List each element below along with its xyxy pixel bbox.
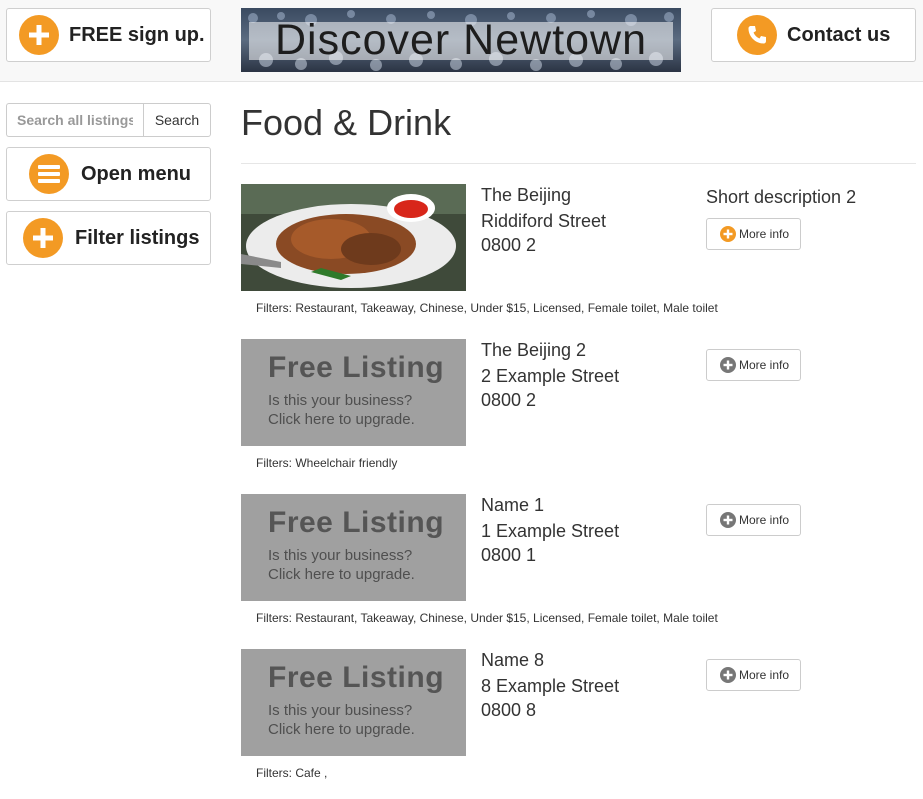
plus-circle-icon: [720, 667, 736, 683]
listing-street: 2 Example Street: [481, 366, 620, 386]
listing-name: The Beijing 2: [481, 340, 587, 360]
listing-item: Free Listing Is this your business? Clic…: [241, 339, 916, 484]
plus-circle-icon: [720, 357, 736, 373]
free-signup-label: FREE sign up.: [69, 23, 205, 46]
banner-title: Discover Newtown: [274, 15, 648, 64]
contact-us-button[interactable]: Contact us: [711, 8, 916, 62]
open-menu-button[interactable]: Open menu: [6, 147, 211, 201]
plus-circle-icon: [720, 512, 736, 528]
hamburger-icon: [29, 154, 69, 194]
more-info-label: More info: [739, 358, 790, 372]
listing-short-description: Short description 2: [706, 187, 857, 207]
plus-circle-icon: [720, 226, 736, 242]
plus-circle-icon: [19, 15, 59, 55]
listing-name: Name 1: [481, 495, 545, 515]
free-listing-placeholder[interactable]: Free Listing Is this your business? Clic…: [241, 339, 466, 446]
free-listing-placeholder[interactable]: Free Listing Is this your business? Clic…: [241, 649, 466, 756]
listing-item: Free Listing Is this your business? Clic…: [241, 494, 916, 639]
listing-filters: Filters: Cafe ,: [256, 766, 328, 780]
listing-photo[interactable]: [241, 184, 466, 291]
search-form: Search: [6, 103, 211, 137]
free-listing-title: Free Listing: [268, 351, 445, 384]
listing-street: 1 Example Street: [481, 521, 620, 541]
free-listing-title: Free Listing: [268, 661, 445, 694]
listing-street: 8 Example Street: [481, 676, 620, 696]
food-photo-image: [241, 184, 466, 291]
free-signup-button[interactable]: FREE sign up.: [6, 8, 211, 62]
listing-street: Riddiford Street: [481, 211, 607, 231]
page-title: Food & Drink: [241, 102, 452, 143]
phone-icon: [737, 15, 777, 55]
discover-newtown-banner[interactable]: Discover Newtown: [241, 8, 681, 72]
more-info-button[interactable]: More info: [706, 349, 801, 381]
listing-item: The Beijing Riddiford Street 0800 2 Shor…: [241, 184, 916, 329]
free-listing-subtitle: Is this your business? Click here to upg…: [268, 547, 415, 583]
plus-circle-icon: [23, 218, 63, 258]
listing-filters: Filters: Restaurant, Takeaway, Chinese, …: [256, 611, 718, 625]
filter-listings-label: Filter listings: [75, 226, 200, 249]
more-info-label: More info: [739, 513, 790, 527]
listing-filters: Filters: Wheelchair friendly: [256, 456, 398, 470]
free-listing-placeholder[interactable]: Free Listing Is this your business? Clic…: [241, 494, 466, 601]
listing-phone: 0800 2: [481, 390, 537, 410]
listing-filters: Filters: Restaurant, Takeaway, Chinese, …: [256, 301, 718, 315]
listing-phone: 0800 1: [481, 545, 537, 565]
open-menu-label: Open menu: [81, 162, 192, 185]
more-info-label: More info: [739, 668, 790, 682]
listing-phone: 0800 2: [481, 235, 537, 255]
free-listing-title: Free Listing: [268, 506, 445, 539]
filter-listings-button[interactable]: Filter listings: [6, 211, 211, 265]
free-listing-subtitle: Is this your business? Click here to upg…: [268, 392, 415, 428]
more-info-button[interactable]: More info: [706, 218, 801, 250]
contact-us-label: Contact us: [787, 23, 891, 46]
listing-phone: 0800 8: [481, 700, 537, 720]
search-button[interactable]: Search: [143, 103, 211, 137]
listing-item: Free Listing Is this your business? Clic…: [241, 649, 916, 794]
more-info-button[interactable]: More info: [706, 659, 801, 691]
top-bar: FREE sign up. Discover Newtown Contact u…: [0, 0, 923, 82]
listing-name: Name 8: [481, 650, 545, 670]
free-listing-subtitle: Is this your business? Click here to upg…: [268, 702, 415, 738]
more-info-label: More info: [739, 227, 790, 241]
search-input[interactable]: [6, 103, 143, 137]
listing-name: The Beijing: [481, 185, 572, 205]
divider: [241, 163, 916, 164]
more-info-button[interactable]: More info: [706, 504, 801, 536]
